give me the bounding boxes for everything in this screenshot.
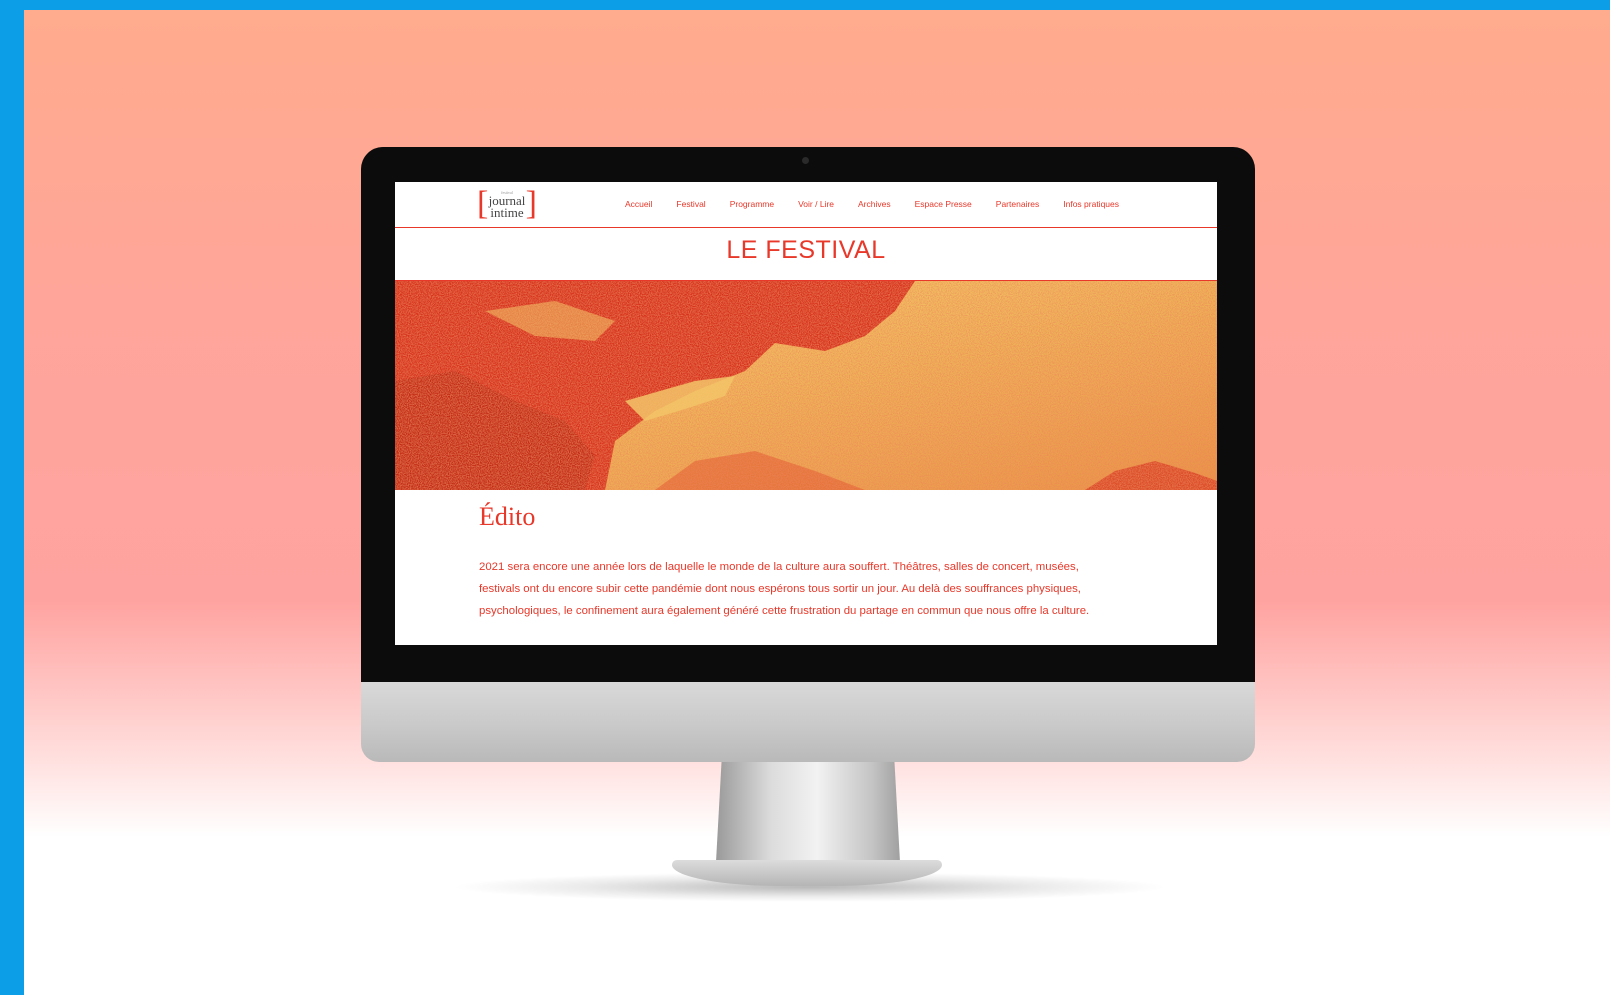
logo-bracket-close: ]	[525, 185, 537, 222]
monitor-chin	[361, 682, 1255, 762]
edito-paragraph: 2021 sera encore une année lors de laque…	[479, 561, 1090, 617]
site-logo[interactable]: [ festival journal intime ]	[477, 185, 537, 222]
nav-voir-lire[interactable]: Voir / Lire	[798, 199, 834, 209]
nav-programme[interactable]: Programme	[730, 199, 774, 209]
page-title: LE FESTIVAL	[726, 236, 886, 264]
logo-word-intime: intime	[490, 205, 524, 220]
logo-words: festival journal intime	[486, 191, 528, 220]
nav-festival[interactable]: Festival	[676, 199, 705, 209]
nav-partenaires[interactable]: Partenaires	[996, 199, 1039, 209]
site-header: [ festival journal intime ] Accueil Fest…	[395, 182, 1217, 228]
hero-coast-illustration	[395, 281, 1217, 490]
edito-heading: Édito	[479, 502, 536, 531]
website-screen: [ festival journal intime ] Accueil Fest…	[395, 182, 1217, 645]
camera-icon	[802, 157, 809, 164]
nav-accueil[interactable]: Accueil	[625, 199, 652, 209]
main-nav: Accueil Festival Programme Voir / Lire A…	[625, 199, 1143, 209]
hero-image-coastline	[395, 281, 1217, 490]
nav-archives[interactable]: Archives	[858, 199, 891, 209]
monitor-stand-neck	[716, 762, 900, 862]
nav-infos-pratiques[interactable]: Infos pratiques	[1063, 199, 1119, 209]
nav-espace-presse[interactable]: Espace Presse	[915, 199, 972, 209]
